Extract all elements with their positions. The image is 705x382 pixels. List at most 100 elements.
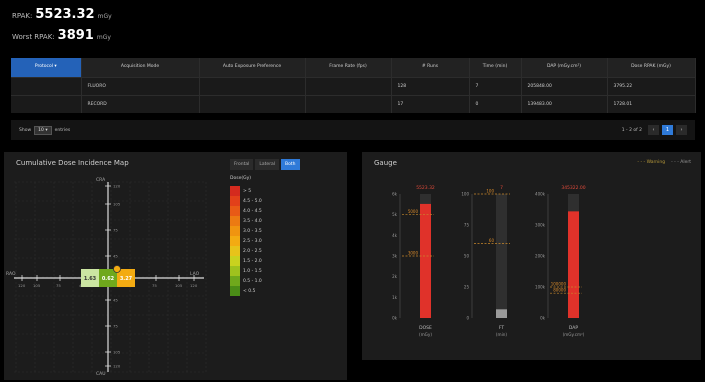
x-tick-label: 75 bbox=[152, 283, 157, 288]
pagination: 1 - 2 of 2 ‹ 1 › bbox=[622, 125, 687, 135]
table-cell: 205848.00 bbox=[521, 76, 608, 95]
legend-item: 3.5 - 4.0 bbox=[230, 216, 262, 226]
gauge-name: DOSE bbox=[419, 325, 432, 331]
legend-swatch bbox=[230, 226, 240, 236]
gauge-tick-label: 0k bbox=[392, 316, 398, 321]
legend-item: 1.5 - 2.0 bbox=[230, 256, 262, 266]
gauge-tick-label: 25 bbox=[464, 285, 470, 290]
column-header-dose-rpak[interactable]: Dose RPAK (mGy) bbox=[607, 58, 696, 77]
legend-item: 2.0 - 2.5 bbox=[230, 246, 262, 256]
gauge-tick-label: 100 bbox=[461, 192, 469, 197]
legend-item: 4.5 - 5.0 bbox=[230, 196, 262, 206]
legend-label: 3.5 - 4.0 bbox=[243, 218, 262, 224]
dose-legend-title: Dose(Gy) bbox=[230, 176, 251, 181]
x-tick-label: 75 bbox=[56, 283, 61, 288]
table-pager: Show 10 ▾ entries 1 - 2 of 2 ‹ 1 › bbox=[11, 120, 695, 140]
show-label: Show bbox=[19, 127, 32, 133]
gauge-threshold-label: 5000 bbox=[408, 209, 419, 214]
gauge-tick-label: 4k bbox=[392, 233, 398, 238]
column-header-frame-rate[interactable]: Frame Rate (fps) bbox=[305, 58, 392, 77]
legend-swatch bbox=[230, 196, 240, 206]
legend-swatch bbox=[230, 216, 240, 226]
y-tick-label: 75 bbox=[113, 324, 118, 329]
cdim-panel: Cumulative Dose Incidence Map Frontal La… bbox=[4, 152, 347, 380]
column-header-auto-exposure[interactable]: Auto Exposure Preference bbox=[199, 58, 306, 77]
gauge-panel: Gauge - - - Warning - - - Alert 6k 5k 4k 3k… bbox=[362, 152, 701, 360]
legend-swatch bbox=[230, 186, 240, 196]
worst-rpak-label: Worst RPAK: bbox=[12, 33, 55, 41]
gauge-threshold-label: 100000 bbox=[551, 282, 567, 287]
gauge-tick-label: 400k bbox=[535, 192, 546, 197]
worst-rpak-unit: mGy bbox=[96, 34, 111, 41]
view-toggle: Frontal Lateral Both bbox=[230, 159, 300, 170]
view-frontal-button[interactable]: Frontal bbox=[230, 159, 254, 170]
page-size-select[interactable]: 10 ▾ bbox=[34, 125, 52, 135]
table-cell: RECORD bbox=[81, 94, 200, 113]
gauge-tick-label: 200k bbox=[535, 254, 546, 259]
legend-swatch bbox=[230, 246, 240, 256]
gauge-name: FT bbox=[499, 325, 505, 331]
table-cell bbox=[11, 76, 82, 95]
legend-label: 1.0 - 1.5 bbox=[243, 268, 262, 274]
column-header-runs[interactable]: # Runs bbox=[391, 58, 470, 77]
gauge-threshold-label: 3000 bbox=[408, 251, 419, 256]
gauge-tick-label: 3k bbox=[392, 254, 398, 259]
gauge-tick-label: 100k bbox=[535, 285, 546, 290]
legend-label: 0.5 - 1.0 bbox=[243, 278, 262, 284]
y-tick-label: 45 bbox=[113, 298, 118, 303]
cdim-title: Cumulative Dose Incidence Map bbox=[16, 159, 129, 167]
gauge-unit: (mGy.cm²) bbox=[563, 332, 585, 337]
gauge-tick-label: 300k bbox=[535, 223, 546, 228]
view-both-button[interactable]: Both bbox=[281, 159, 300, 170]
table-row[interactable]: FLUORO 128 7 205848.00 3795.22 bbox=[11, 76, 696, 95]
legend-item: 0.5 - 1.0 bbox=[230, 276, 262, 286]
gauge-tick-label: 75 bbox=[464, 223, 470, 228]
gauge-threshold-label: 60 bbox=[489, 238, 495, 243]
table-cell: 17 bbox=[391, 94, 470, 113]
table-cell: 3795.22 bbox=[607, 76, 696, 95]
rpak-metric: RPAK: 5523.32 mGy bbox=[12, 8, 312, 21]
page-1-button[interactable]: 1 bbox=[662, 125, 673, 135]
entries-label: entries bbox=[54, 127, 71, 133]
column-header-acquisition-mode[interactable]: Acquisition Mode bbox=[81, 58, 200, 77]
column-header-time[interactable]: Time (min) bbox=[469, 58, 522, 77]
axis-label-lao: LAO bbox=[190, 271, 200, 277]
legend-swatch bbox=[230, 286, 240, 296]
table-row[interactable]: RECORD 17 0 139483.00 1728.01 bbox=[11, 94, 696, 113]
legend-label: 2.0 - 2.5 bbox=[243, 248, 262, 254]
legend-item: 2.5 - 3.0 bbox=[230, 236, 262, 246]
gauge-tick-label: 6k bbox=[392, 192, 398, 197]
x-tick-label: 120 bbox=[190, 283, 198, 288]
prev-page-button[interactable]: ‹ bbox=[648, 125, 659, 135]
legend-item: 3.0 - 3.5 bbox=[230, 226, 262, 236]
axis-label-rao: RAO bbox=[6, 271, 16, 277]
column-header-protocol[interactable]: Protocol ▾ bbox=[11, 58, 82, 77]
legend-label: > 5 bbox=[243, 188, 252, 194]
current-position-marker bbox=[113, 265, 121, 273]
gauge-tick-label: 0k bbox=[540, 316, 546, 321]
gauge-value-label: 7 bbox=[500, 185, 503, 191]
table-cell bbox=[199, 94, 306, 113]
worst-rpak-value: 3891 bbox=[57, 28, 94, 43]
y-tick-label: 45 bbox=[113, 254, 118, 259]
gauge-threshold-label: 100 bbox=[486, 189, 494, 194]
table-cell: 139483.00 bbox=[521, 94, 608, 113]
table-cell: FLUORO bbox=[81, 76, 200, 95]
legend-label: 4.0 - 4.5 bbox=[243, 208, 262, 214]
next-page-button[interactable]: › bbox=[676, 125, 687, 135]
x-tick-label: 120 bbox=[18, 283, 26, 288]
dose-cell-label: 1.63 bbox=[84, 276, 97, 282]
incidence-map: CRACAURAOLAO1201057545151545751051201201… bbox=[6, 177, 207, 377]
legend-label: 4.5 - 5.0 bbox=[243, 198, 262, 204]
axis-label-cra: CRA bbox=[96, 177, 106, 183]
legend-label: 3.0 - 3.5 bbox=[243, 228, 262, 234]
column-header-dap[interactable]: DAP (mGy.cm²) bbox=[521, 58, 608, 77]
table-cell bbox=[199, 76, 306, 95]
view-lateral-button[interactable]: Lateral bbox=[255, 159, 280, 170]
rpak-label: RPAK: bbox=[12, 12, 33, 20]
gauge-unit: (min) bbox=[496, 332, 508, 337]
gauge-unit: (mGy) bbox=[419, 332, 432, 337]
legend-swatch bbox=[230, 236, 240, 246]
table-header-row: Protocol ▾ Acquisition Mode Auto Exposur… bbox=[11, 58, 696, 77]
legend-item: < 0.5 bbox=[230, 286, 255, 296]
